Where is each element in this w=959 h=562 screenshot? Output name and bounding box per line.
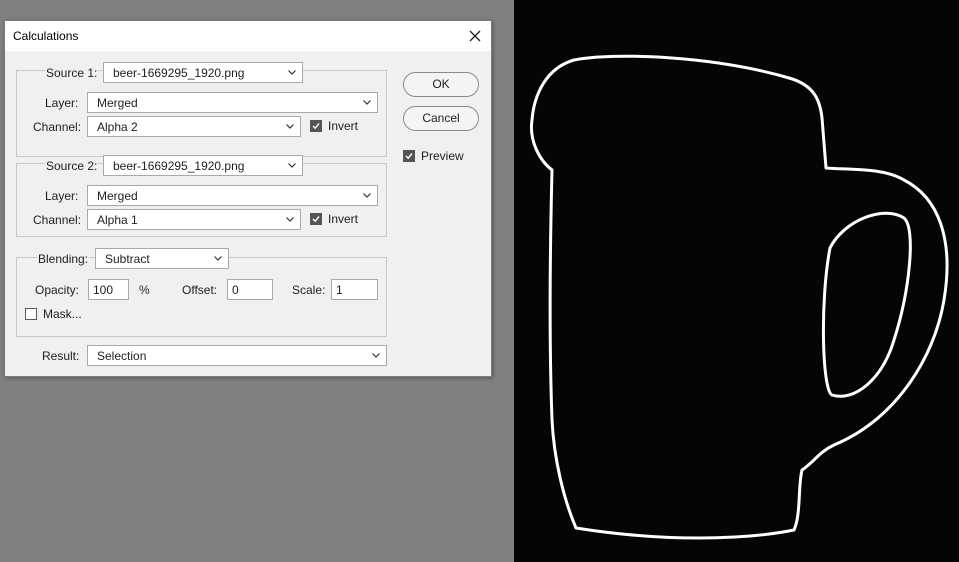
opacity-input[interactable]: 100 <box>88 279 129 300</box>
ok-button[interactable]: OK <box>403 72 479 97</box>
result-value: Selection <box>97 349 147 363</box>
offset-value: 0 <box>232 283 239 297</box>
source1-channel-label: Channel: <box>33 120 82 134</box>
preview-checkbox[interactable] <box>403 150 415 162</box>
blending-label: Blending: <box>37 252 90 266</box>
offset-label: Offset: <box>182 283 218 297</box>
checkmark-icon <box>312 216 320 223</box>
source1-layer-select[interactable]: Merged <box>87 92 378 113</box>
source2-file-value: beer-1669295_1920.png <box>113 159 245 173</box>
source2-file-select[interactable]: beer-1669295_1920.png <box>103 155 303 176</box>
chevron-down-icon <box>286 217 294 222</box>
offset-input[interactable]: 0 <box>227 279 273 300</box>
chevron-down-icon <box>363 193 371 198</box>
scale-label: Scale: <box>292 283 326 297</box>
calculations-dialog: Calculations Source 1: beer-1669295_1920… <box>4 20 492 377</box>
blending-mode-select[interactable]: Subtract <box>95 248 229 269</box>
source1-invert-checkbox[interactable] <box>310 120 322 132</box>
result-label: Result: <box>42 349 80 363</box>
scale-value: 1 <box>336 283 343 297</box>
source2-layer-select[interactable]: Merged <box>87 185 378 206</box>
close-icon <box>469 30 481 42</box>
source2-invert-checkbox[interactable] <box>310 213 322 225</box>
chevron-down-icon <box>372 353 380 358</box>
source1-invert-label[interactable]: Invert <box>328 119 358 133</box>
result-select[interactable]: Selection <box>87 345 387 366</box>
blending-mode-value: Subtract <box>105 252 150 266</box>
close-button[interactable] <box>457 21 491 51</box>
source1-group <box>16 70 387 157</box>
cancel-button[interactable]: Cancel <box>403 106 479 131</box>
mask-checkbox[interactable] <box>25 308 37 320</box>
chevron-down-icon <box>363 100 371 105</box>
chevron-down-icon <box>288 70 296 75</box>
source2-channel-select[interactable]: Alpha 1 <box>87 209 301 230</box>
chevron-down-icon <box>214 256 222 261</box>
source2-invert-label[interactable]: Invert <box>328 212 358 226</box>
source1-channel-select[interactable]: Alpha 2 <box>87 116 301 137</box>
source1-layer-label: Layer: <box>45 96 79 110</box>
mug-outline-image <box>529 54 949 540</box>
source2-channel-value: Alpha 1 <box>97 213 138 227</box>
opacity-label: Opacity: <box>35 283 80 297</box>
preview-label[interactable]: Preview <box>421 149 464 163</box>
source2-layer-value: Merged <box>97 189 138 203</box>
source1-file-value: beer-1669295_1920.png <box>113 66 245 80</box>
source2-layer-label: Layer: <box>45 189 79 203</box>
source1-label: Source 1: <box>45 66 99 80</box>
opacity-percent-label: % <box>139 283 150 297</box>
dialog-title: Calculations <box>13 29 79 43</box>
source1-layer-value: Merged <box>97 96 138 110</box>
document-canvas[interactable] <box>514 0 959 562</box>
source1-channel-value: Alpha 2 <box>97 120 138 134</box>
dialog-titlebar[interactable]: Calculations <box>5 21 491 51</box>
checkmark-icon <box>312 123 320 130</box>
checkmark-icon <box>405 153 413 160</box>
source1-file-select[interactable]: beer-1669295_1920.png <box>103 62 303 83</box>
chevron-down-icon <box>286 124 294 129</box>
mask-label[interactable]: Mask... <box>43 307 82 321</box>
opacity-value: 100 <box>93 283 114 297</box>
source2-channel-label: Channel: <box>33 213 82 227</box>
chevron-down-icon <box>288 163 296 168</box>
source2-label: Source 2: <box>45 159 99 173</box>
scale-input[interactable]: 1 <box>331 279 378 300</box>
